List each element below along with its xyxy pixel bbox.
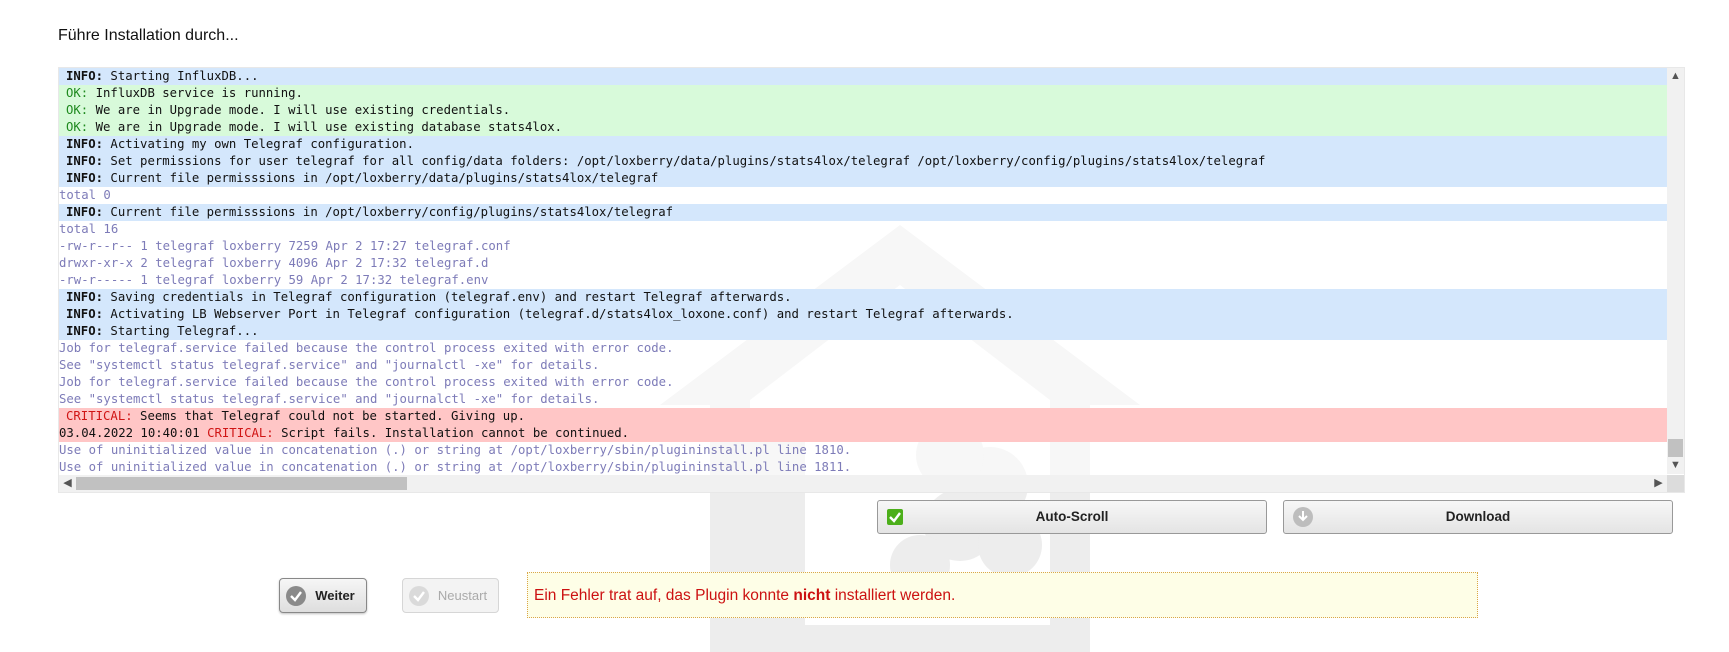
scroll-up-icon[interactable]: ▲ (1667, 68, 1684, 85)
log-timestamp: 03.04.2022 10:40:01 (59, 426, 208, 440)
weiter-label: Weiter (315, 588, 355, 603)
log-text: Saving credentials in Telegraf configura… (103, 290, 792, 304)
horizontal-scroll-thumb[interactable] (76, 477, 407, 490)
neustart-label: Neustart (437, 588, 488, 603)
log-line: INFO: Set permissions for user telegraf … (59, 153, 1667, 170)
log-line: Use of uninitialized value in concatenat… (59, 442, 1667, 459)
log-text: We are in Upgrade mode. I will use exist… (88, 103, 511, 117)
install-log-content[interactable]: INFO: Starting InfluxDB... OK: InfluxDB s… (59, 68, 1667, 474)
log-text: Job for telegraf.service failed because … (59, 341, 674, 355)
check-circle-icon (409, 586, 429, 606)
log-text: -rw-r--r-- 1 telegraf loxberry 7259 Apr … (59, 239, 511, 253)
page-title: Führe Installation durch... (58, 27, 239, 44)
scroll-right-icon[interactable]: ▶ (1650, 475, 1667, 492)
log-text: Script fails. Installation cannot be con… (273, 426, 630, 440)
log-line: INFO: Starting Telegraf... (59, 323, 1667, 340)
weiter-button[interactable]: Weiter (279, 578, 367, 613)
log-text: Use of uninitialized value in concatenat… (59, 443, 852, 457)
log-text: Current file permisssions in /opt/loxber… (103, 205, 674, 219)
log-line: -rw-r--r-- 1 telegraf loxberry 7259 Apr … (59, 238, 1667, 255)
log-line: OK: InfluxDB service is running. (59, 85, 1667, 102)
log-level: INFO: (66, 171, 104, 185)
log-line: CRITICAL: Seems that Telegraf could not … (59, 408, 1667, 425)
log-text: Use of uninitialized value in concatenat… (59, 460, 852, 474)
error-message-box: Ein Fehler trat auf, das Plugin konnte n… (527, 572, 1478, 618)
autoscroll-label: Auto-Scroll (1035, 509, 1109, 524)
download-label: Download (1445, 509, 1511, 524)
download-button[interactable]: Download (1283, 500, 1673, 534)
log-line: OK: We are in Upgrade mode. I will use e… (59, 119, 1667, 136)
log-text: InfluxDB service is running. (88, 86, 303, 100)
scroll-down-icon[interactable]: ▼ (1667, 457, 1684, 474)
log-line: -rw-r----- 1 telegraf loxberry 59 Apr 2 … (59, 272, 1667, 289)
log-text: Job for telegraf.service failed because … (59, 375, 674, 389)
log-line: total 0 (59, 187, 1667, 204)
vertical-scrollbar[interactable]: ▲ ▼ (1667, 68, 1684, 474)
log-line: Use of uninitialized value in concatenat… (59, 459, 1667, 474)
install-log-panel[interactable]: INFO: Starting InfluxDB... OK: InfluxDB s… (58, 67, 1685, 493)
log-level: OK: (66, 103, 89, 117)
log-text: Seems that Telegraf could not be started… (132, 409, 526, 423)
log-text: total 16 (59, 222, 119, 236)
log-level: INFO: (66, 307, 104, 321)
log-text: drwxr-xr-x 2 telegraf loxberry 4096 Apr … (59, 256, 489, 270)
log-level: OK: (66, 86, 89, 100)
log-line: INFO: Current file permisssions in /opt/… (59, 170, 1667, 187)
log-line: total 16 (59, 221, 1667, 238)
horizontal-scrollbar[interactable]: ◀ ▶ (59, 475, 1667, 492)
log-text: Starting InfluxDB... (103, 69, 259, 83)
error-text-after: installiert werden. (830, 587, 956, 604)
log-line: drwxr-xr-x 2 telegraf loxberry 4096 Apr … (59, 255, 1667, 272)
log-line: INFO: Activating LB Webserver Port in Te… (59, 306, 1667, 323)
log-line: INFO: Starting InfluxDB... (59, 68, 1667, 85)
log-text: We are in Upgrade mode. I will use exist… (88, 120, 563, 134)
neustart-button[interactable]: Neustart (402, 578, 499, 613)
log-level: INFO: (66, 69, 104, 83)
log-text: Activating LB Webserver Port in Telegraf… (103, 307, 1014, 321)
vertical-scroll-thumb[interactable] (1668, 439, 1683, 457)
error-text-bold: nicht (793, 587, 831, 604)
log-text: Current file permisssions in /opt/loxber… (103, 171, 659, 185)
log-line: 03.04.2022 10:40:01 CRITICAL: Script fai… (59, 425, 1667, 442)
log-level: INFO: (66, 290, 104, 304)
log-level: INFO: (66, 154, 104, 168)
log-level: OK: (66, 120, 89, 134)
log-line: See "systemctl status telegraf.service" … (59, 391, 1667, 408)
log-line: INFO: Current file permisssions in /opt/… (59, 204, 1667, 221)
log-text: Set permissions for user telegraf for al… (103, 154, 1266, 168)
install-page: Führe Installation durch... INFO: Starti… (0, 0, 1729, 652)
log-line: See "systemctl status telegraf.service" … (59, 357, 1667, 374)
log-text: total 0 (59, 188, 111, 202)
check-circle-icon (286, 586, 306, 606)
error-text-before: Ein Fehler trat auf, das Plugin konnte (534, 587, 794, 604)
log-line: OK: We are in Upgrade mode. I will use e… (59, 102, 1667, 119)
log-level: INFO: (66, 205, 104, 219)
scrollbar-corner (1667, 475, 1684, 492)
log-line: Job for telegraf.service failed because … (59, 340, 1667, 357)
log-level: CRITICAL: (66, 409, 133, 423)
log-text: See "systemctl status telegraf.service" … (59, 358, 600, 372)
log-text: Starting Telegraf... (103, 324, 259, 338)
log-text: -rw-r----- 1 telegraf loxberry 59 Apr 2 … (59, 273, 489, 287)
log-line: Job for telegraf.service failed because … (59, 374, 1667, 391)
error-message: Ein Fehler trat auf, das Plugin konnte n… (534, 573, 955, 618)
log-text: Activating my own Telegraf configuration… (103, 137, 414, 151)
log-level: INFO: (66, 324, 104, 338)
autoscroll-button[interactable]: Auto-Scroll (877, 500, 1267, 534)
log-line: INFO: Saving credentials in Telegraf con… (59, 289, 1667, 306)
scroll-left-icon[interactable]: ◀ (59, 475, 76, 492)
log-level: INFO: (66, 137, 104, 151)
log-text: See "systemctl status telegraf.service" … (59, 392, 600, 406)
log-line: INFO: Activating my own Telegraf configu… (59, 136, 1667, 153)
log-level: CRITICAL: (207, 426, 274, 440)
